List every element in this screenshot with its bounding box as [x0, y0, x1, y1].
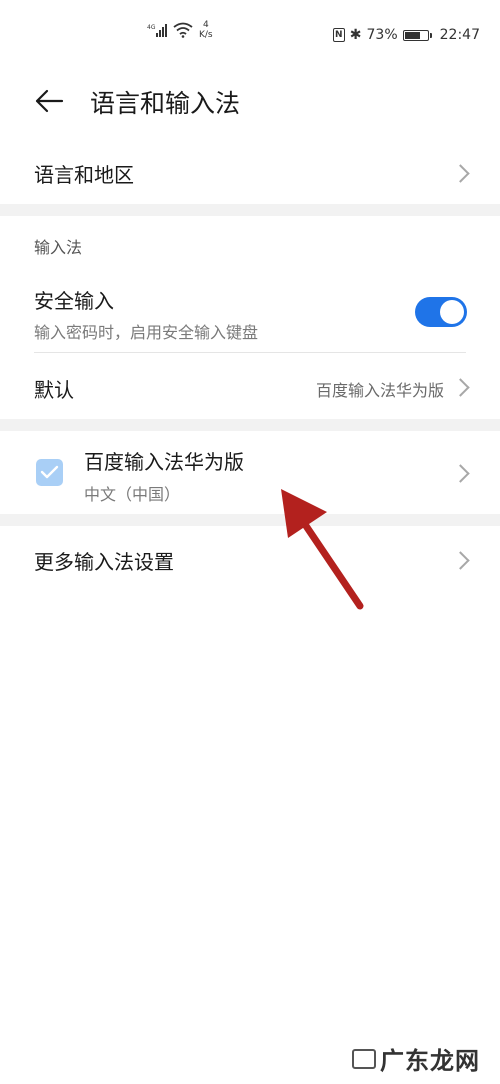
secure-input-item[interactable]: 安全输入 输入密码时，启用安全输入键盘 [0, 278, 500, 348]
language-region-label: 语言和地区 [34, 163, 134, 187]
watermark-text: 广东龙网 [380, 1047, 480, 1075]
more-input-settings-item[interactable]: 更多输入法设置 [0, 530, 500, 588]
input-method-checkbox[interactable] [36, 459, 63, 486]
watermark: 广东龙网 [352, 1041, 480, 1076]
status-right: N ✱ 73% 22:47 [332, 27, 480, 43]
battery-fill [404, 31, 420, 39]
chevron-right-icon [454, 164, 466, 184]
section-divider [0, 514, 500, 526]
input-method-name: 百度输入法华为版 [84, 450, 244, 474]
app-header: 语言和输入法 [0, 78, 500, 126]
network-indicators: 4G 4 K/s [147, 20, 213, 40]
more-settings-label: 更多输入法设置 [34, 550, 174, 574]
network-speed: 4 K/s [199, 20, 213, 40]
secure-input-title: 安全输入 [34, 289, 114, 313]
default-input-method-item[interactable]: 默认 百度输入法华为版 [0, 358, 500, 416]
watermark-logo-icon [352, 1049, 376, 1069]
battery-percent: 73% [366, 27, 398, 43]
status-bar: 4G 4 K/s N ✱ 73% 22:47 [0, 0, 500, 60]
back-arrow-icon[interactable] [35, 88, 65, 114]
toggle-knob [440, 300, 464, 324]
wifi-icon [173, 22, 193, 38]
page-title: 语言和输入法 [90, 89, 241, 118]
speed-unit: K/s [199, 30, 213, 40]
secure-input-toggle[interactable] [415, 297, 467, 327]
battery-icon [402, 29, 432, 41]
secure-input-subtitle: 输入密码时，启用安全输入键盘 [34, 323, 259, 342]
svg-text:4G: 4G [147, 24, 156, 31]
speed-value: 4 [202, 20, 209, 30]
language-region-item[interactable]: 语言和地区 [0, 145, 500, 201]
checkmark-icon [40, 465, 59, 479]
section-heading-input-method: 输入法 [34, 238, 83, 257]
default-label: 默认 [34, 378, 74, 402]
clock: 22:47 [439, 27, 480, 43]
item-divider [34, 352, 466, 353]
bluetooth-icon: ✱ [349, 27, 362, 43]
default-value: 百度输入法华为版 [315, 381, 444, 400]
section-divider [0, 204, 500, 216]
nfc-icon: N [332, 28, 345, 42]
chevron-right-icon [454, 378, 466, 398]
chevron-right-icon [454, 551, 466, 571]
section-divider [0, 419, 500, 431]
chevron-right-icon [454, 464, 466, 484]
input-method-language: 中文（中国） [84, 485, 181, 504]
signal-icon: 4G [147, 24, 167, 37]
input-method-item[interactable]: 百度输入法华为版 中文（中国） [0, 431, 500, 515]
